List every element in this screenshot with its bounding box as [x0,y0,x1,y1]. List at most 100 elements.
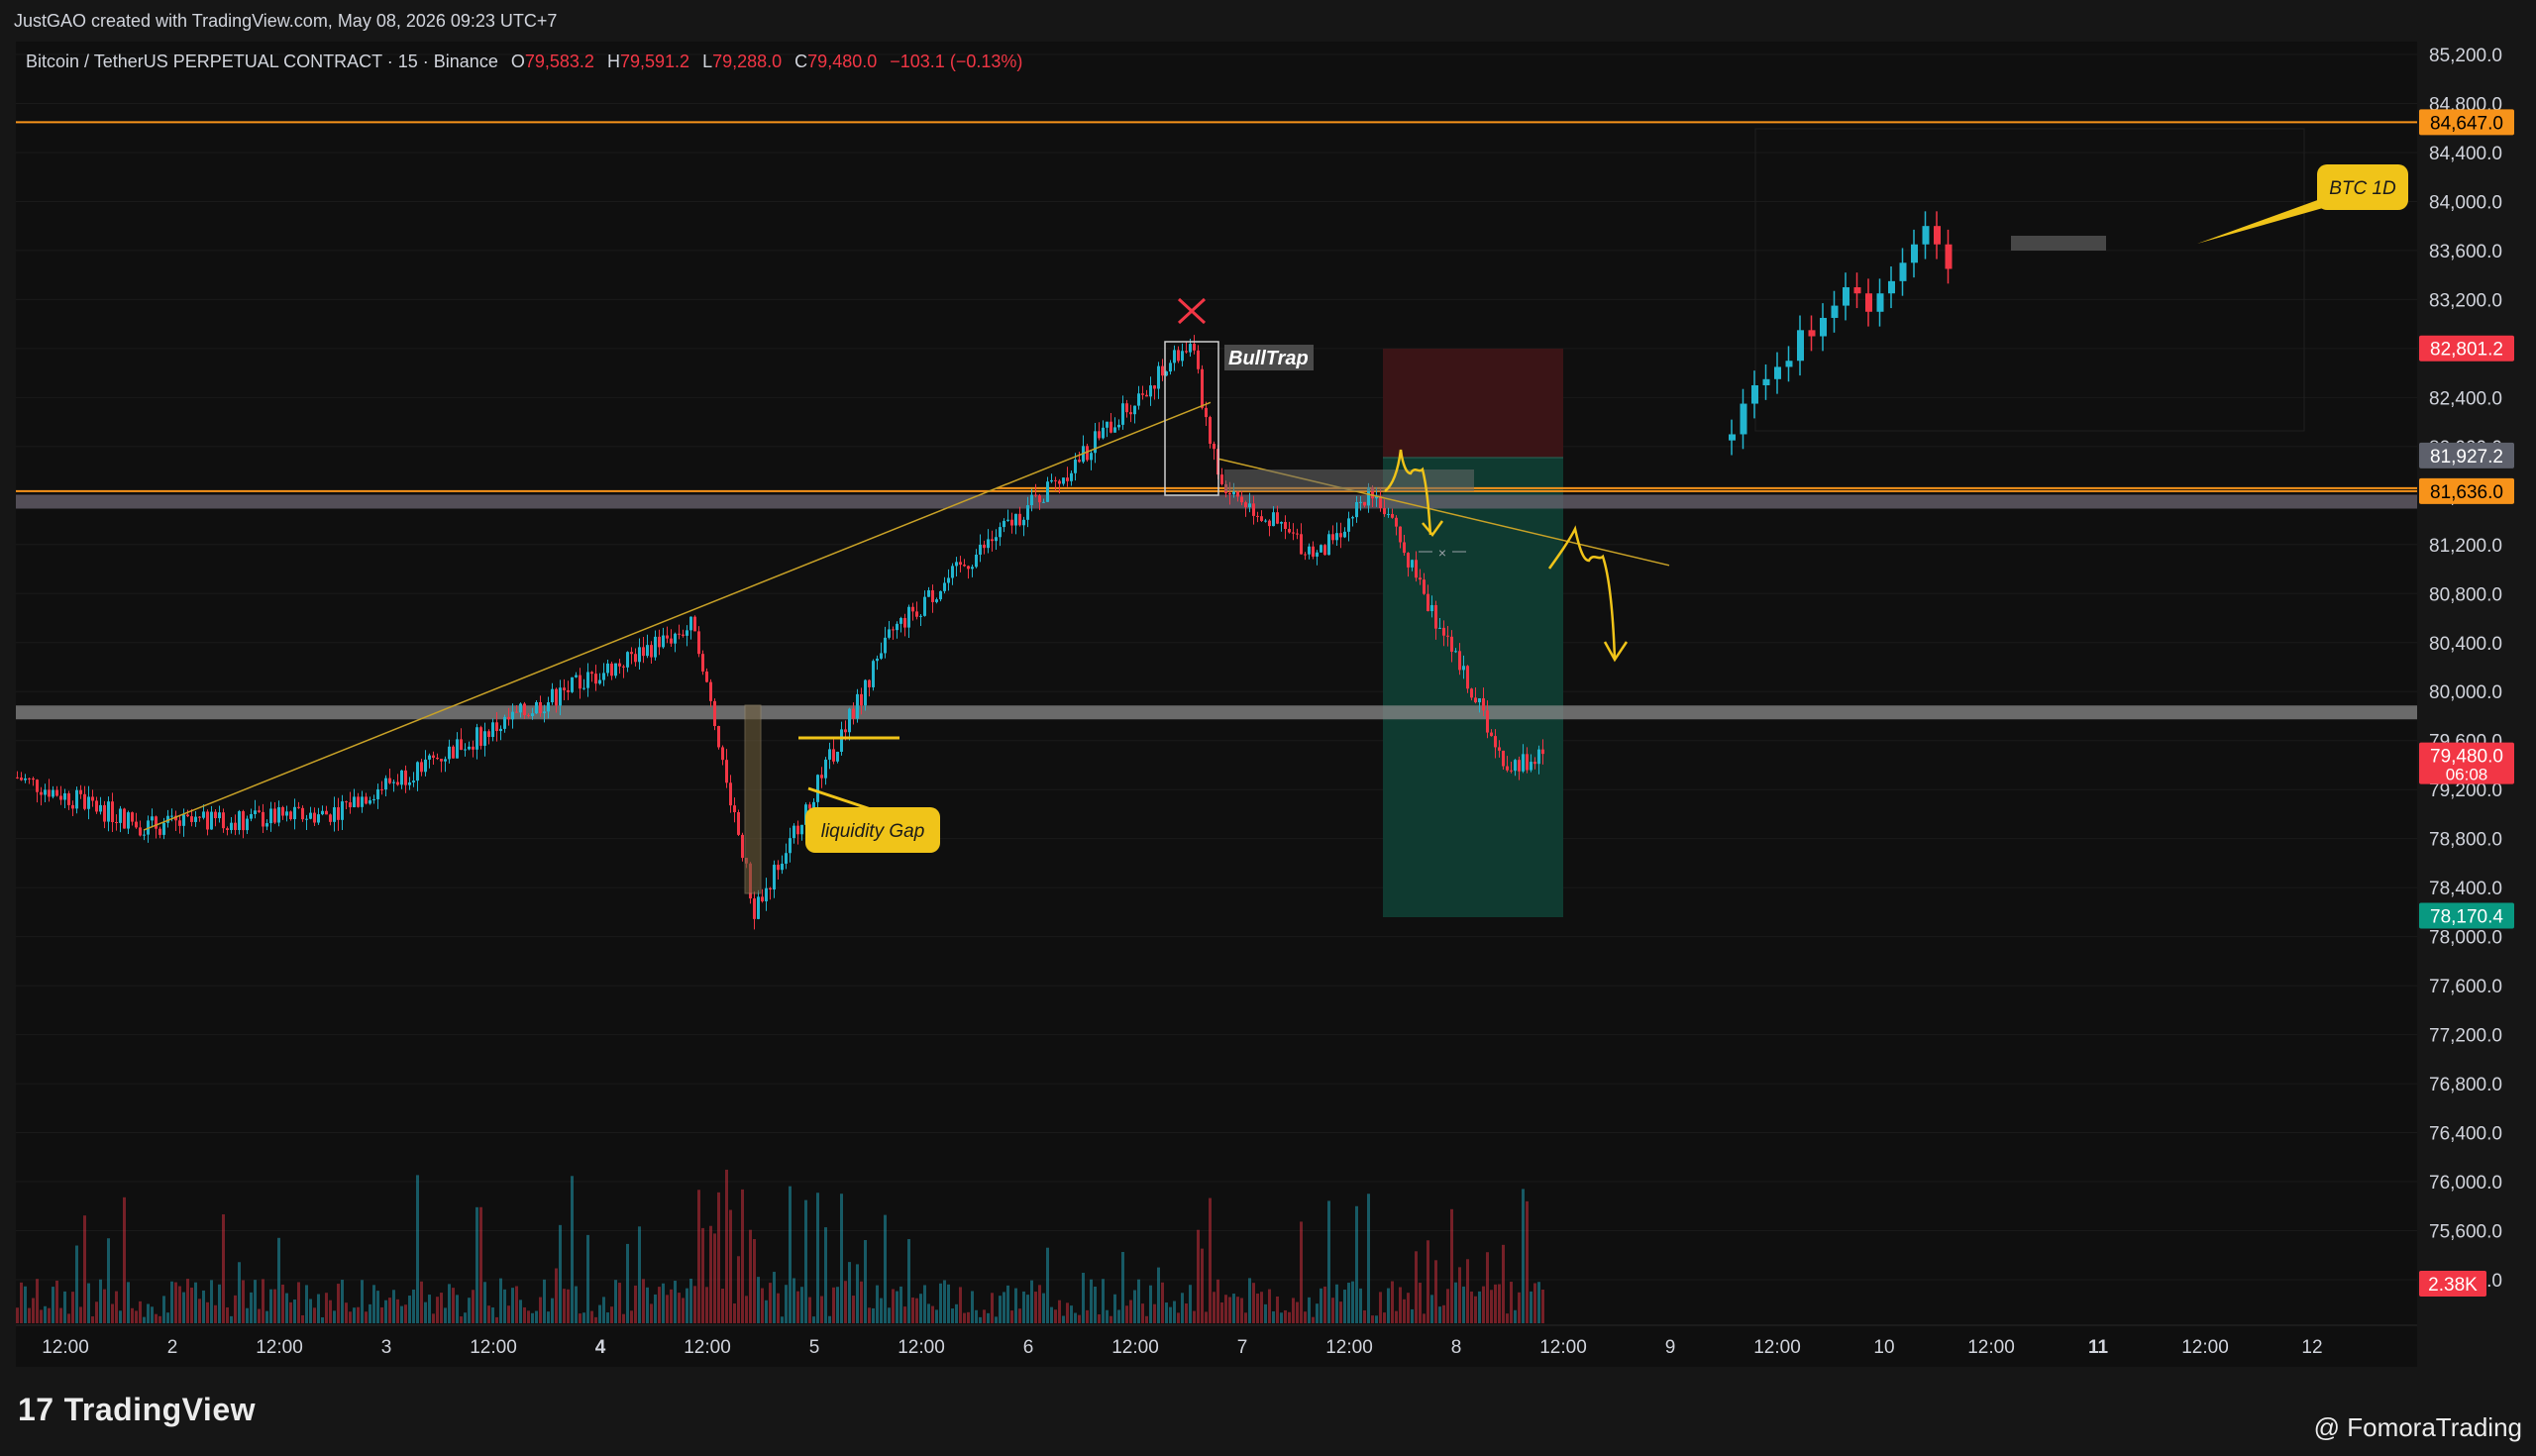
candle-body [860,693,863,706]
candle-body [1042,501,1045,503]
candle-body [1403,542,1406,554]
candle-body [1022,519,1025,526]
candle-body [991,539,994,542]
close-value: 79,480.0 [807,52,878,71]
volume-bar [1193,1310,1196,1323]
volume-bar [1510,1282,1513,1323]
tv-logo-icon: 17 [18,1392,54,1427]
volume-bar [230,1315,233,1323]
volume-bar [499,1278,502,1323]
tradingview-logo[interactable]: 17 TradingView [18,1392,256,1428]
volume-bar [765,1300,768,1323]
volume-bar [848,1262,851,1323]
candle-body [705,671,708,682]
candle-body [888,629,891,638]
volume-bar [119,1310,122,1323]
candle-body [658,636,661,648]
volume-bar [1038,1285,1041,1323]
volume-bar [868,1307,871,1323]
candle-body [1454,651,1457,653]
volume-bar [1387,1288,1390,1323]
candle-body [369,800,371,804]
volume-bar [293,1300,296,1323]
price-chart[interactable]: BullTrap liquidity Gap BTC 1D × 85,200.0 84,… [0,0,2536,1367]
candle-body [907,606,910,628]
volume-bar [543,1279,546,1323]
price-tag-countdown: 06:08 [2446,766,2488,784]
candle-body [1110,421,1112,433]
volume-bar [1363,1309,1366,1323]
y-tick-label: 81,200.0 [2429,536,2502,557]
volume-bar [1189,1285,1192,1323]
candle-body [1129,412,1132,415]
volume-bar [1327,1200,1330,1323]
volume-bar [1379,1292,1382,1323]
candle-body [345,801,348,803]
y-tick-label: 82,400.0 [2429,388,2502,409]
volume-bar [1371,1315,1374,1323]
candle-body [1133,405,1136,415]
volume-bar [812,1316,815,1323]
volume-bar [1312,1316,1315,1323]
volume-bar [254,1280,257,1323]
candle-body [1442,627,1445,636]
candle-body [329,814,332,822]
price-axis[interactable] [2417,42,2536,1367]
volume-bar [1030,1280,1033,1323]
volume-bar [1240,1298,1243,1323]
price-tag-label: 84,647.0 [2430,113,2503,134]
candle-body [1240,496,1243,503]
candle-body [1232,491,1235,495]
candle-body [1514,760,1517,772]
volume-bar [416,1175,419,1323]
candle-body [931,589,934,602]
candle-body [686,630,688,636]
volume-bar [1296,1301,1299,1323]
volume-bar [1494,1284,1497,1323]
candle-body [1533,762,1536,765]
volume-bar [1434,1260,1437,1323]
candle-body [139,827,142,836]
candle-body [555,688,558,706]
volume-bar [507,1305,510,1323]
candle-body [1458,651,1461,671]
candle-body [852,708,855,719]
volume-bar [1046,1247,1049,1323]
candle-body [1272,512,1275,527]
volume-bar [618,1283,621,1323]
volume-bar [468,1298,471,1323]
volume-bar [523,1306,526,1323]
time-axis[interactable] [16,1325,2417,1367]
volume-bar [1292,1298,1295,1323]
x-tick-label: 12:00 [256,1337,303,1358]
y-tick-label: 80,400.0 [2429,634,2502,655]
candle-body [519,703,522,713]
candle-body [353,796,356,808]
volume-bar [452,1288,455,1323]
volume-bar [238,1262,241,1323]
volume-bar [289,1301,292,1323]
price-tag-label: 78,170.4 [2430,907,2503,928]
volume-bar [99,1279,102,1323]
candle-body [816,775,819,802]
candle-body [979,544,982,555]
candle-body [178,820,181,826]
candle-body [479,727,482,746]
volume-bar [1514,1309,1517,1323]
volume-bar [1133,1290,1136,1323]
inset-candle [1729,434,1736,441]
candle-body [646,645,649,657]
volume-bar [1153,1303,1156,1323]
volume-bar [1446,1289,1449,1323]
candle-body [16,777,19,779]
volume-bar [277,1237,280,1323]
volume-bar [107,1238,110,1323]
candle-body [337,807,340,820]
candle-body [1383,507,1386,515]
x-tick-label: 12:00 [1539,1337,1587,1358]
candle-body [923,596,926,616]
candle-body [301,807,304,820]
x-tick-label: 12 [2301,1337,2322,1358]
volume-bar [590,1310,593,1323]
breakdown-zone [1224,469,1474,491]
